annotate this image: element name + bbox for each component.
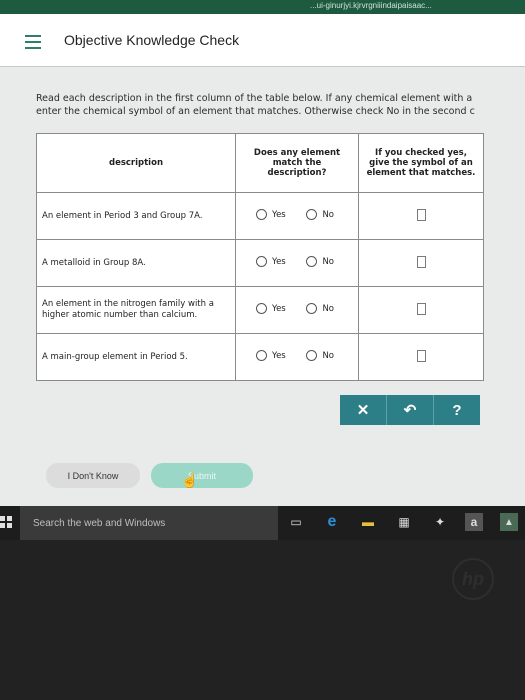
table-row: An element in Period 3 and Group 7A. Yes… — [36, 192, 484, 240]
photos-icon[interactable]: ▲ — [500, 513, 518, 531]
row-description: An element in Period 3 and Group 7A. — [36, 192, 236, 240]
yes-label: Yes — [272, 256, 286, 267]
row-description: An element in the nitrogen family with a… — [36, 286, 236, 334]
help-button[interactable]: ? — [433, 395, 480, 425]
yes-label: Yes — [272, 350, 286, 361]
symbol-cell — [358, 286, 484, 334]
clear-button[interactable]: ✕ — [340, 395, 386, 425]
submit-button[interactable]: Submit — [151, 463, 253, 488]
windows-icon[interactable] — [0, 516, 12, 528]
radio-circle-icon — [306, 350, 318, 361]
radio-circle-icon — [306, 209, 318, 220]
radio-circle-icon — [256, 256, 267, 267]
symbol-cell — [358, 239, 484, 287]
radio-circle-icon — [256, 209, 267, 220]
dropbox-icon[interactable]: ✦ — [431, 513, 449, 531]
store-icon[interactable]: ▦ — [395, 513, 413, 531]
row-description: A metalloid in Group 8A. — [36, 239, 236, 287]
taskbar-search-input[interactable]: Search the web and Windows — [20, 506, 278, 540]
task-view-icon[interactable]: ▭ — [287, 513, 305, 531]
table-row: An element in the nitrogen family with a… — [36, 286, 484, 334]
row-description: A main-group element in Period 5. — [36, 333, 236, 381]
title-bar: Objective Knowledge Check — [0, 14, 525, 67]
top-strip-text: ...ui-ginurjyi.kjrvrgniiindaipaisaac... — [310, 1, 432, 10]
instructions-line-2: enter the chemical symbol of an element … — [36, 106, 475, 117]
row-choices: Yes No — [235, 192, 359, 240]
yes-label: Yes — [272, 209, 286, 220]
browser-top-strip: ...ui-ginurjyi.kjrvrgniiindaipaisaac... — [0, 0, 525, 14]
no-label: No — [322, 209, 334, 220]
no-radio[interactable]: No — [306, 209, 334, 220]
yes-radio[interactable]: Yes — [256, 303, 286, 314]
laptop-bezel: hp — [0, 540, 525, 700]
cursor-icon: ☝ — [181, 472, 199, 488]
symbol-cell — [358, 192, 484, 240]
symbol-input[interactable] — [416, 349, 426, 362]
menu-icon[interactable] — [25, 35, 41, 49]
symbol-input[interactable] — [416, 302, 426, 315]
row-choices: Yes No — [235, 286, 359, 334]
table-header-row: description Does any element match the d… — [36, 133, 484, 193]
row-choices: Yes No — [235, 239, 359, 287]
radio-circle-icon — [306, 256, 318, 267]
no-radio[interactable]: No — [306, 303, 334, 314]
symbol-cell — [358, 333, 484, 381]
row-choices: Yes No — [235, 333, 359, 381]
no-label: No — [322, 303, 334, 314]
instructions: Read each description in the first colum… — [36, 92, 475, 118]
yes-label: Yes — [272, 303, 286, 314]
hp-logo: hp — [452, 558, 494, 600]
symbol-input[interactable] — [416, 255, 426, 268]
table-row: A main-group element in Period 5. Yes No — [36, 333, 484, 381]
file-explorer-icon[interactable]: ▬ — [359, 513, 377, 531]
yes-radio[interactable]: Yes — [256, 209, 286, 220]
question-table: description Does any element match the d… — [36, 133, 484, 381]
page-title: Objective Knowledge Check — [64, 32, 240, 48]
header-match: Does any element match the description? — [235, 133, 359, 193]
no-label: No — [322, 256, 334, 267]
radio-circle-icon — [256, 303, 267, 314]
instructions-line-1: Read each description in the first colum… — [36, 93, 473, 104]
amazon-icon[interactable]: a — [465, 513, 483, 531]
table-row: A metalloid in Group 8A. Yes No — [36, 239, 484, 287]
header-description: description — [36, 133, 236, 193]
radio-circle-icon — [306, 303, 318, 314]
taskbar: Search the web and Windows ▭ e ▬ ▦ ✦ a ▲ — [0, 506, 525, 540]
header-symbol: If you checked yes, give the symbol of a… — [358, 133, 484, 193]
no-radio[interactable]: No — [306, 256, 334, 267]
undo-button[interactable]: ↶ — [386, 395, 433, 425]
yes-radio[interactable]: Yes — [256, 350, 286, 361]
dont-know-button[interactable]: I Don't Know — [46, 463, 140, 488]
radio-circle-icon — [256, 350, 267, 361]
no-label: No — [322, 350, 334, 361]
yes-radio[interactable]: Yes — [256, 256, 286, 267]
screen: ...ui-ginurjyi.kjrvrgniiindaipaisaac... … — [0, 0, 525, 540]
edge-icon[interactable]: e — [323, 513, 341, 531]
symbol-input[interactable] — [416, 208, 426, 221]
no-radio[interactable]: No — [306, 350, 334, 361]
action-toolbar: ✕ ↶ ? — [340, 395, 480, 425]
